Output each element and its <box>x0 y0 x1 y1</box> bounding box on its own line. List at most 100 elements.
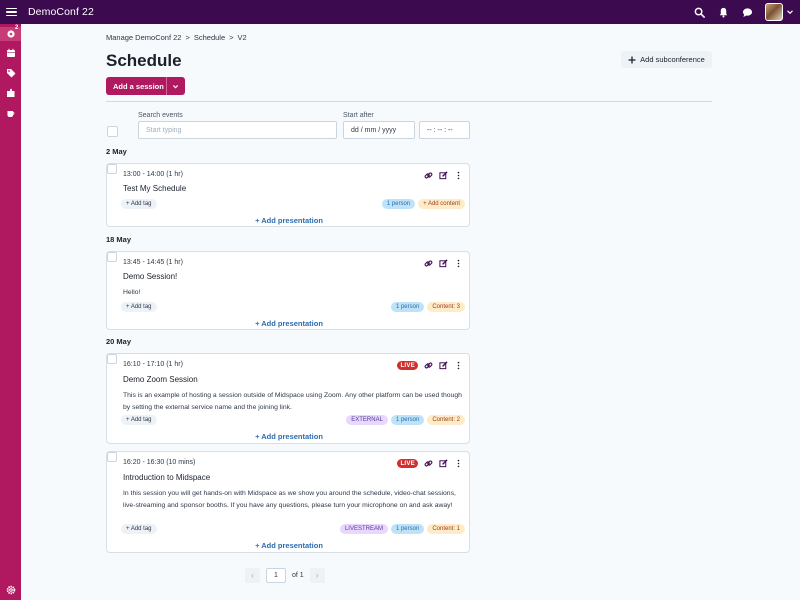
breadcrumb-schedule[interactable]: Schedule <box>194 33 225 42</box>
more-options-icon[interactable] <box>453 360 463 370</box>
type-pill[interactable]: EXTERNAL <box>346 415 388 425</box>
rail-item-social[interactable] <box>0 106 21 120</box>
session-time: 13:00 - 14:00 (1 hr) <box>123 171 183 178</box>
date-heading: 20 May <box>106 337 132 346</box>
date-input[interactable]: dd / mm / yyyy <box>343 121 415 139</box>
search-label: Search events <box>138 112 183 119</box>
add-presentation-label: Add presentation <box>261 432 323 441</box>
add-tag-button[interactable]: + Add tag <box>121 415 157 425</box>
content-pill[interactable]: + Add content <box>418 199 465 209</box>
chat-icon[interactable] <box>741 6 753 18</box>
add-tag-button[interactable]: + Add tag <box>121 199 157 209</box>
content-pill[interactable]: Content: 3 <box>427 302 465 312</box>
session-title[interactable]: Introduction to Midspace <box>123 473 210 482</box>
left-rail: 2 <box>0 24 21 600</box>
add-subconference-button[interactable]: Add subconference <box>621 51 712 68</box>
previous-page-button[interactable]: ‹ <box>245 568 260 583</box>
link-icon[interactable] <box>423 458 433 468</box>
edit-icon[interactable] <box>438 360 448 370</box>
edit-icon[interactable] <box>438 258 448 268</box>
session-time: 13:45 - 14:45 (1 hr) <box>123 259 183 266</box>
add-session-label: Add a session <box>113 81 164 91</box>
session-card: 13:00 - 14:00 (1 hr) Test My Schedule + … <box>106 163 470 227</box>
session-title[interactable]: Demo Zoom Session <box>123 375 198 384</box>
session-checkbox[interactable] <box>107 252 117 262</box>
bell-icon[interactable] <box>717 6 729 18</box>
chevron-down-icon <box>787 10 793 15</box>
select-all-checkbox[interactable] <box>107 126 118 137</box>
next-page-button[interactable]: › <box>309 568 325 583</box>
breadcrumb-separator: > <box>185 33 190 42</box>
session-checkbox[interactable] <box>107 452 117 462</box>
breadcrumb-manage[interactable]: Manage DemoConf 22 <box>106 33 181 42</box>
add-presentation-label: Add presentation <box>261 319 323 328</box>
breadcrumb: Manage DemoConf 22 > Schedule > V2 <box>106 33 247 42</box>
more-options-icon[interactable] <box>453 258 463 268</box>
type-pill[interactable]: LIVESTREAM <box>339 524 388 534</box>
rail-item-calendar[interactable] <box>0 46 21 60</box>
page-number-input[interactable]: 1 <box>266 568 286 583</box>
add-presentation-label: Add presentation <box>261 216 323 225</box>
content-pill[interactable]: Content: 2 <box>427 415 465 425</box>
avatar[interactable] <box>765 3 783 21</box>
start-after-label: Start after <box>343 112 374 119</box>
puzzle-icon <box>6 88 14 97</box>
more-options-icon[interactable] <box>453 170 463 180</box>
people-pill[interactable]: 1 person <box>381 199 416 209</box>
people-pill[interactable]: 1 person <box>390 524 425 534</box>
session-title[interactable]: Demo Session! <box>123 272 177 281</box>
breadcrumb-current: V2 <box>237 33 247 42</box>
add-presentation-label: Add presentation <box>261 541 323 550</box>
rail-item-tags[interactable] <box>0 66 21 80</box>
search-input[interactable]: Start typing <box>138 121 337 139</box>
pagination: ‹ 1 of 1 › <box>245 568 325 583</box>
rail-item-settings[interactable] <box>0 583 21 597</box>
add-session-button[interactable]: Add a session <box>106 77 185 95</box>
edit-icon[interactable] <box>438 458 448 468</box>
date-heading: 18 May <box>106 235 132 244</box>
settings-icon <box>6 585 15 595</box>
session-time: 16:20 - 16:30 (10 mins) <box>123 459 196 466</box>
session-card: 13:45 - 14:45 (1 hr) Demo Session! Hello… <box>106 251 470 330</box>
add-presentation-button[interactable]: + Add presentation <box>107 319 471 328</box>
chevron-down-icon <box>172 84 179 88</box>
top-bar: DemoConf 22 <box>0 0 800 24</box>
add-subconference-label: Add subconference <box>640 55 705 64</box>
edit-icon[interactable] <box>438 170 448 180</box>
user-menu[interactable] <box>765 3 794 21</box>
add-tag-button[interactable]: + Add tag <box>121 524 157 534</box>
session-checkbox[interactable] <box>107 164 117 174</box>
tag-icon <box>6 69 15 78</box>
add-session-dropdown[interactable] <box>166 77 184 95</box>
session-description: Hello! <box>123 289 141 296</box>
people-pill[interactable]: 1 person <box>390 415 425 425</box>
coffee-icon <box>7 111 14 117</box>
rail-item-dashboard[interactable]: 2 <box>0 25 21 41</box>
content-pill[interactable]: Content: 1 <box>427 524 465 534</box>
session-card: 16:20 - 16:30 (10 mins) LIVE Introductio… <box>106 451 470 553</box>
link-icon[interactable] <box>423 258 433 268</box>
add-presentation-button[interactable]: + Add presentation <box>107 541 471 550</box>
rail-item-extensions[interactable] <box>0 86 21 100</box>
date-heading: 2 May <box>106 147 127 156</box>
session-time: 16:10 - 17:10 (1 hr) <box>123 361 183 368</box>
session-checkbox[interactable] <box>107 354 117 364</box>
time-input[interactable]: -- : -- : -- <box>419 121 470 139</box>
more-options-icon[interactable] <box>453 458 463 468</box>
page-title: Schedule <box>106 51 182 70</box>
search-icon[interactable] <box>693 6 705 18</box>
session-title[interactable]: Test My Schedule <box>123 184 186 193</box>
live-badge: LIVE <box>397 360 418 370</box>
menu-icon[interactable] <box>0 0 22 24</box>
add-presentation-button[interactable]: + Add presentation <box>107 216 471 225</box>
calendar-icon <box>6 48 15 57</box>
live-badge: LIVE <box>397 458 418 468</box>
add-presentation-button[interactable]: + Add presentation <box>107 432 471 441</box>
add-tag-button[interactable]: + Add tag <box>121 302 157 312</box>
notification-badge: 2 <box>15 25 19 31</box>
app-title[interactable]: DemoConf 22 <box>28 6 94 18</box>
link-icon[interactable] <box>423 360 433 370</box>
breadcrumb-separator: > <box>229 33 234 42</box>
people-pill[interactable]: 1 person <box>390 302 425 312</box>
link-icon[interactable] <box>423 170 433 180</box>
